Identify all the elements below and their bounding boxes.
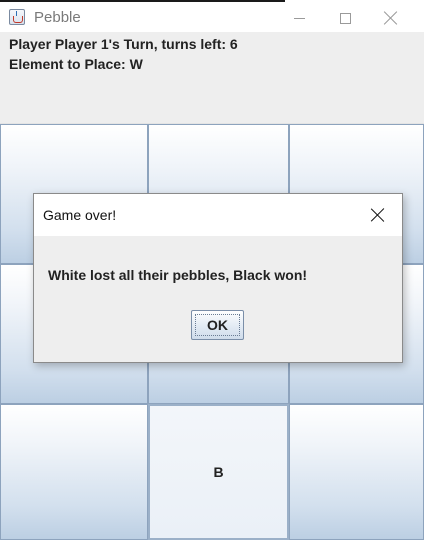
ok-button[interactable]: OK — [191, 310, 244, 340]
close-icon — [371, 208, 385, 222]
minimize-icon — [293, 17, 305, 19]
window-titlebar[interactable]: Pebble — [0, 2, 424, 32]
window-title: Pebble — [34, 9, 81, 26]
turn-status-label: Player Player 1's Turn, turns left: 6 — [9, 36, 238, 52]
java-cup-icon — [9, 9, 25, 25]
minimize-button[interactable] — [276, 4, 322, 32]
board-cell-2-2[interactable] — [289, 404, 424, 540]
close-button[interactable] — [368, 4, 414, 32]
board-cell-2-1[interactable]: B — [148, 404, 289, 540]
dialog-message: White lost all their pebbles, Black won! — [48, 267, 308, 283]
maximize-icon — [339, 12, 351, 24]
dialog-close-button[interactable] — [362, 200, 394, 230]
close-icon — [384, 11, 398, 25]
element-to-place-label: Element to Place: W — [9, 56, 143, 72]
dialog-titlebar[interactable]: Game over! — [34, 194, 402, 236]
game-over-dialog: Game over! White lost all their pebbles,… — [33, 193, 403, 363]
maximize-button[interactable] — [322, 4, 368, 32]
board-cell-2-0[interactable] — [0, 404, 148, 540]
status-panel: Player Player 1's Turn, turns left: 6 El… — [0, 32, 424, 124]
dialog-title: Game over! — [43, 207, 117, 223]
